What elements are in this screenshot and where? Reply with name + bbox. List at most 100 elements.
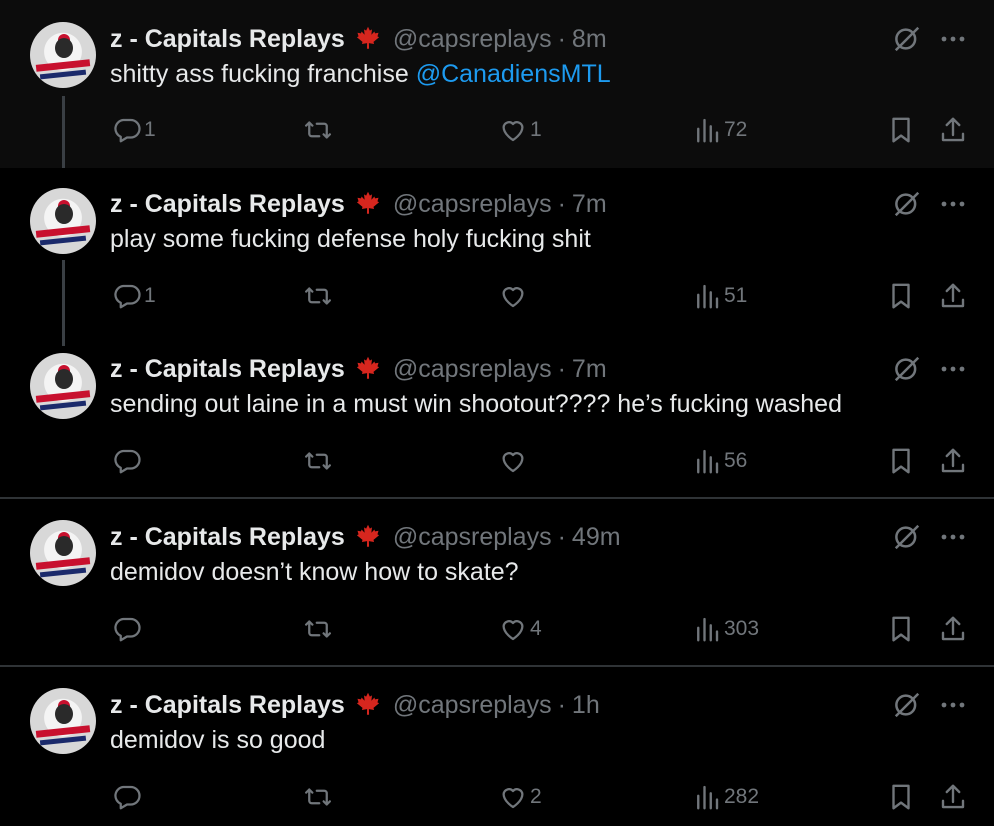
share-button[interactable] [938,445,968,477]
post-text: shitty ass fucking franchise @CanadiensM… [110,60,611,89]
more-icon[interactable] [938,189,968,219]
author-handle[interactable]: @capsreplays [393,355,552,384]
action-bar: 1 51 [0,280,994,312]
repost-button[interactable] [303,114,335,146]
repost-icon [303,115,333,145]
like-icon [498,614,528,644]
post-text-content: sending out laine in a must win shootout… [110,390,842,418]
views-count: 72 [724,118,748,141]
repost-button[interactable] [303,445,335,477]
bookmark-button[interactable] [886,445,916,477]
post-text-content: demidov is so good [110,726,326,754]
views-count: 56 [724,449,748,472]
reply-icon [112,782,142,812]
like-button[interactable] [498,280,530,312]
post-text: demidov is so good [110,726,325,755]
post[interactable]: z - Capitals Replays @capsreplays · 49m … [0,499,994,666]
reply-button[interactable] [112,613,144,645]
views-button[interactable]: 51 [692,280,747,312]
share-icon [938,614,968,644]
views-icon [692,115,722,145]
like-button[interactable] [498,445,530,477]
like-button[interactable]: 4 [498,613,542,645]
separator-dot: · [557,24,566,53]
grok-icon[interactable] [892,24,922,54]
post-time[interactable]: 49m [572,523,621,552]
avatar[interactable] [30,353,96,419]
like-count: 4 [530,617,542,640]
avatar[interactable] [30,188,96,254]
reply-icon [112,281,142,311]
author-handle[interactable]: @capsreplays [393,691,552,720]
share-icon [938,281,968,311]
post-header: z - Capitals Replays @capsreplays · 7m [110,187,607,221]
post-header: z - Capitals Replays @capsreplays · 1h [110,688,600,722]
avatar[interactable] [30,520,96,586]
like-icon [498,115,528,145]
repost-button[interactable] [303,781,335,813]
more-icon[interactable] [938,522,968,552]
repost-button[interactable] [303,613,335,645]
separator-dot: · [557,690,566,719]
author-name[interactable]: z - Capitals Replays [110,691,345,720]
views-button[interactable]: 56 [692,445,747,477]
author-handle[interactable]: @capsreplays [393,523,552,552]
author-handle[interactable]: @capsreplays [393,190,552,219]
author-name[interactable]: z - Capitals Replays [110,523,345,552]
grok-icon[interactable] [892,354,922,384]
more-icon[interactable] [938,24,968,54]
more-icon[interactable] [938,354,968,384]
like-count: 1 [530,118,542,141]
post[interactable]: z - Capitals Replays @capsreplays · 8m s… [0,0,994,168]
bookmark-button[interactable] [886,280,916,312]
like-count: 2 [530,785,542,808]
views-icon [692,281,722,311]
views-button[interactable]: 72 [692,114,747,146]
views-button[interactable]: 282 [692,781,759,813]
maple-leaf-icon [353,355,383,383]
post-text-content: play some fucking defense holy fucking s… [110,225,591,253]
avatar[interactable] [30,22,96,88]
bookmark-button[interactable] [886,114,916,146]
like-icon [498,446,528,476]
post[interactable]: z - Capitals Replays @capsreplays · 7m p… [0,168,994,346]
post[interactable]: z - Capitals Replays @capsreplays · 7m s… [0,333,994,498]
author-name[interactable]: z - Capitals Replays [110,355,345,384]
repost-button[interactable] [303,280,335,312]
post-time[interactable]: 7m [572,190,607,219]
post-header: z - Capitals Replays @capsreplays · 8m [110,22,607,56]
share-button[interactable] [938,114,968,146]
reply-button[interactable]: 1 [112,280,156,312]
mention-link[interactable]: @CanadiensMTL [416,60,611,88]
avatar[interactable] [30,688,96,754]
post[interactable]: z - Capitals Replays @capsreplays · 1h d… [0,667,994,826]
grok-icon[interactable] [892,189,922,219]
more-icon[interactable] [938,690,968,720]
author-name[interactable]: z - Capitals Replays [110,25,345,54]
share-button[interactable] [938,280,968,312]
bookmark-icon [886,614,916,644]
grok-icon[interactable] [892,522,922,552]
reply-button[interactable]: 1 [112,114,156,146]
share-icon [938,782,968,812]
author-handle[interactable]: @capsreplays [393,25,552,54]
bookmark-button[interactable] [886,613,916,645]
maple-leaf-icon [353,25,383,53]
grok-icon[interactable] [892,690,922,720]
views-button[interactable]: 303 [692,613,759,645]
reply-button[interactable] [112,445,144,477]
like-button[interactable]: 1 [498,114,542,146]
repost-icon [303,446,333,476]
like-button[interactable]: 2 [498,781,542,813]
author-name[interactable]: z - Capitals Replays [110,190,345,219]
reply-button[interactable] [112,781,144,813]
timeline: z - Capitals Replays @capsreplays · 8m s… [0,0,994,826]
post-time[interactable]: 1h [572,691,600,720]
post-time[interactable]: 7m [572,355,607,384]
bookmark-button[interactable] [886,781,916,813]
share-button[interactable] [938,613,968,645]
post-time[interactable]: 8m [572,25,607,54]
views-icon [692,782,722,812]
post-text-content: shitty ass fucking franchise [110,60,416,88]
share-button[interactable] [938,781,968,813]
